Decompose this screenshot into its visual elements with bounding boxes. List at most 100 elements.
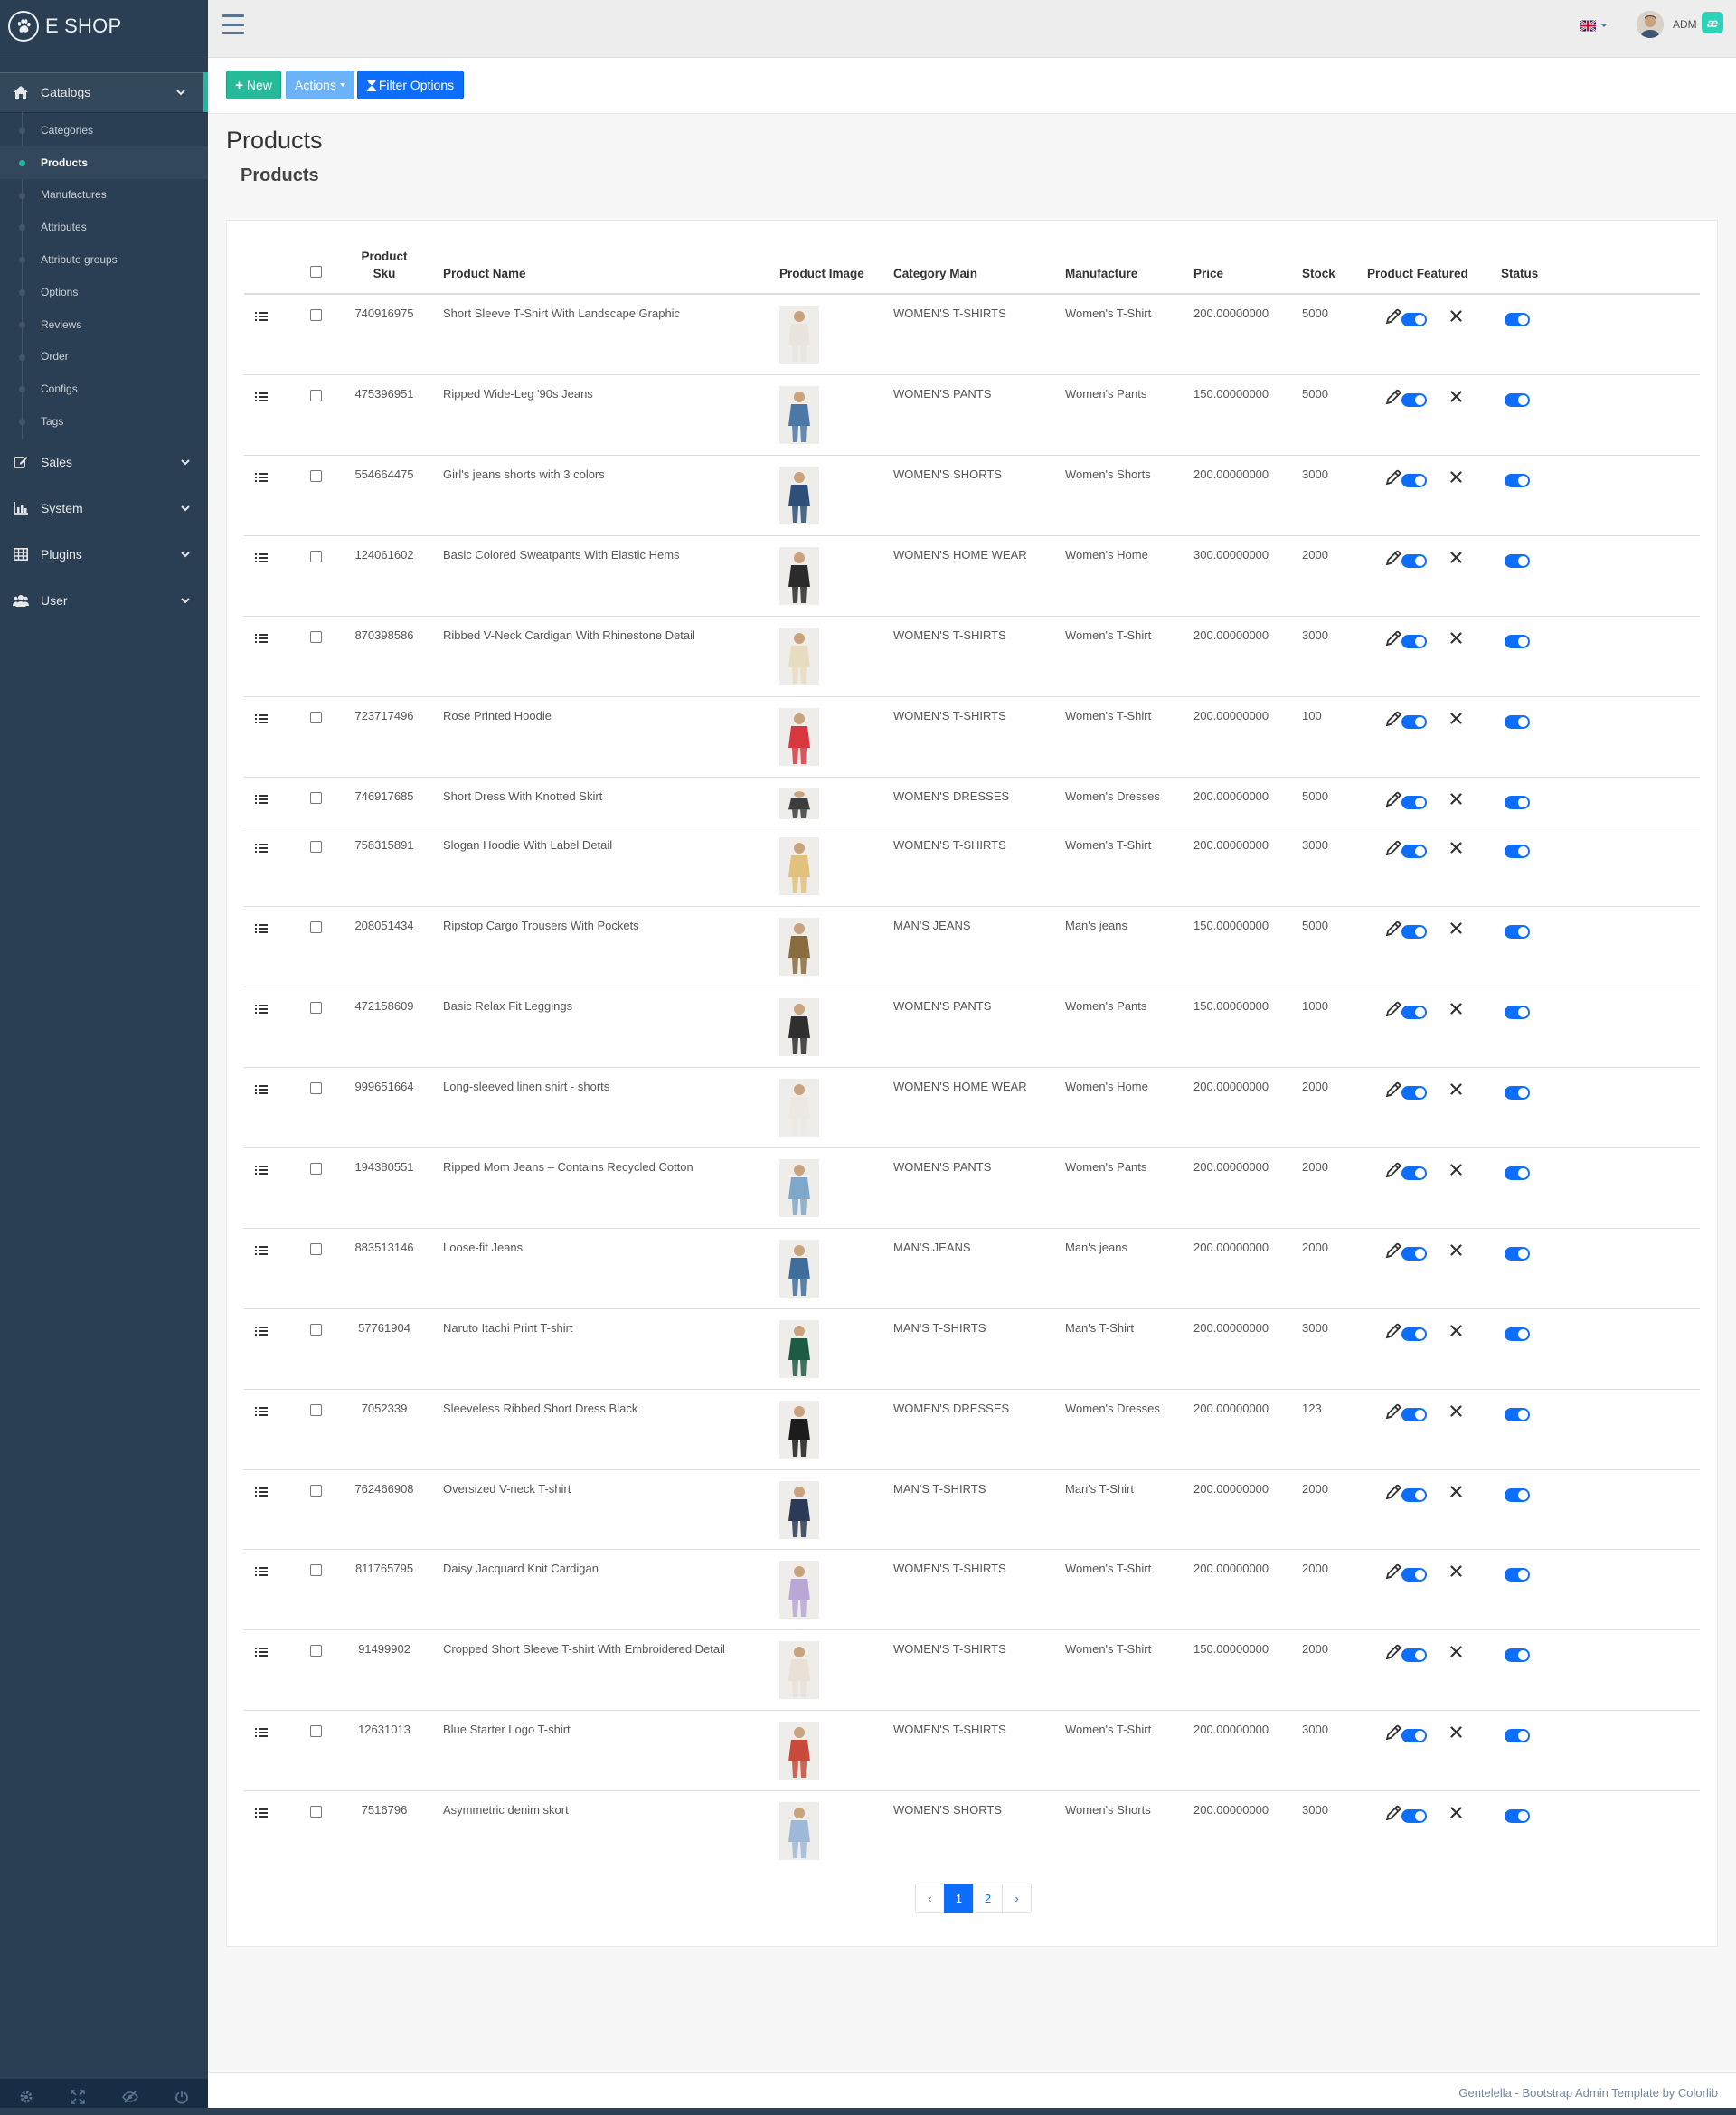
new-button[interactable]: + New bbox=[226, 71, 281, 99]
pencil-icon[interactable] bbox=[1384, 549, 1402, 567]
header-stock[interactable]: Stock bbox=[1302, 265, 1335, 282]
product-thumbnail[interactable] bbox=[779, 1481, 819, 1539]
row-checkbox[interactable] bbox=[310, 309, 322, 321]
row-checkbox[interactable] bbox=[310, 792, 322, 804]
product-thumbnail[interactable] bbox=[779, 628, 819, 685]
row-checkbox[interactable] bbox=[310, 470, 322, 482]
actions-dropdown-button[interactable]: Actions bbox=[286, 71, 354, 99]
close-icon[interactable] bbox=[1450, 1486, 1462, 1497]
row-checkbox[interactable] bbox=[310, 1404, 322, 1416]
featured-toggle[interactable] bbox=[1401, 1006, 1427, 1019]
drag-handle-icon[interactable] bbox=[255, 1326, 268, 1336]
row-checkbox[interactable] bbox=[310, 1485, 322, 1497]
product-thumbnail[interactable] bbox=[779, 1802, 819, 1860]
sidebar-item-sales[interactable]: Sales bbox=[0, 439, 208, 486]
drag-handle-icon[interactable] bbox=[255, 1245, 268, 1256]
featured-toggle[interactable] bbox=[1401, 554, 1427, 568]
product-thumbnail[interactable] bbox=[779, 1401, 819, 1459]
close-icon[interactable] bbox=[1450, 713, 1462, 724]
status-toggle[interactable] bbox=[1505, 1809, 1530, 1823]
status-toggle[interactable] bbox=[1505, 1648, 1530, 1662]
uk-flag-icon[interactable] bbox=[1580, 20, 1596, 32]
status-toggle[interactable] bbox=[1505, 925, 1530, 939]
close-icon[interactable] bbox=[1450, 1646, 1462, 1657]
status-toggle[interactable] bbox=[1505, 1247, 1530, 1261]
drag-handle-icon[interactable] bbox=[255, 552, 268, 563]
status-toggle[interactable] bbox=[1505, 1006, 1530, 1019]
featured-toggle[interactable] bbox=[1401, 925, 1427, 939]
drag-handle-icon[interactable] bbox=[255, 1808, 268, 1818]
pencil-icon[interactable] bbox=[1384, 1161, 1402, 1179]
drag-handle-icon[interactable] bbox=[255, 923, 268, 934]
row-checkbox[interactable] bbox=[310, 390, 322, 401]
pencil-icon[interactable] bbox=[1384, 307, 1402, 326]
product-thumbnail[interactable] bbox=[779, 1240, 819, 1298]
pagination-next[interactable]: › bbox=[1002, 1884, 1032, 1913]
featured-toggle[interactable] bbox=[1401, 1247, 1427, 1261]
header-price[interactable]: Price bbox=[1194, 265, 1223, 282]
featured-toggle[interactable] bbox=[1401, 1488, 1427, 1502]
menu-toggle-icon[interactable] bbox=[222, 14, 244, 34]
header-category-main[interactable]: Category Main bbox=[893, 265, 977, 282]
sidebar-item-attribute-groups[interactable]: Attribute groups bbox=[0, 243, 208, 276]
select-all-checkbox[interactable] bbox=[310, 266, 322, 278]
sidebar-item-order[interactable]: Order bbox=[0, 341, 208, 373]
drag-handle-icon[interactable] bbox=[255, 1487, 268, 1497]
drag-handle-icon[interactable] bbox=[255, 1406, 268, 1417]
pencil-icon[interactable] bbox=[1384, 1804, 1402, 1822]
close-icon[interactable] bbox=[1450, 793, 1462, 805]
close-icon[interactable] bbox=[1450, 1726, 1462, 1738]
featured-toggle[interactable] bbox=[1401, 1648, 1427, 1662]
drag-handle-icon[interactable] bbox=[255, 633, 268, 644]
pencil-icon[interactable] bbox=[1384, 468, 1402, 486]
close-icon[interactable] bbox=[1450, 632, 1462, 644]
close-icon[interactable] bbox=[1450, 1325, 1462, 1336]
product-thumbnail[interactable] bbox=[779, 918, 819, 976]
row-checkbox[interactable] bbox=[310, 712, 322, 723]
pencil-icon[interactable] bbox=[1384, 1081, 1402, 1099]
status-toggle[interactable] bbox=[1505, 313, 1530, 326]
product-thumbnail[interactable] bbox=[779, 788, 819, 819]
close-icon[interactable] bbox=[1450, 552, 1462, 563]
featured-toggle[interactable] bbox=[1401, 313, 1427, 326]
pencil-icon[interactable] bbox=[1384, 1483, 1402, 1501]
pencil-icon[interactable] bbox=[1384, 1723, 1402, 1742]
featured-toggle[interactable] bbox=[1401, 845, 1427, 858]
drag-handle-icon[interactable] bbox=[255, 794, 268, 805]
sidebar-item-configs[interactable]: Configs bbox=[0, 373, 208, 405]
pagination-page-1[interactable]: 1 bbox=[944, 1884, 974, 1913]
header-product-name[interactable]: Product Name bbox=[443, 265, 526, 282]
status-toggle[interactable] bbox=[1505, 393, 1530, 407]
sidebar-item-options[interactable]: Options bbox=[0, 276, 208, 308]
drag-handle-icon[interactable] bbox=[255, 843, 268, 854]
product-thumbnail[interactable] bbox=[779, 998, 819, 1056]
pencil-icon[interactable] bbox=[1384, 1322, 1402, 1340]
header-product-featured[interactable]: Product Featured bbox=[1367, 265, 1468, 282]
featured-toggle[interactable] bbox=[1401, 1327, 1427, 1341]
row-checkbox[interactable] bbox=[310, 1725, 322, 1737]
close-icon[interactable] bbox=[1450, 391, 1462, 402]
pencil-icon[interactable] bbox=[1384, 710, 1402, 728]
product-thumbnail[interactable] bbox=[779, 1641, 819, 1699]
row-checkbox[interactable] bbox=[310, 1645, 322, 1657]
pagination-prev[interactable]: ‹ bbox=[915, 1884, 945, 1913]
sidebar-item-products[interactable]: Products bbox=[0, 146, 208, 179]
close-icon[interactable] bbox=[1450, 1083, 1462, 1095]
drag-handle-icon[interactable] bbox=[255, 1647, 268, 1657]
status-toggle[interactable] bbox=[1505, 1086, 1530, 1100]
drag-handle-icon[interactable] bbox=[255, 1165, 268, 1176]
product-thumbnail[interactable] bbox=[779, 547, 819, 605]
row-checkbox[interactable] bbox=[310, 1324, 322, 1336]
pencil-icon[interactable] bbox=[1384, 1242, 1402, 1260]
sidebar-item-user[interactable]: User bbox=[0, 578, 208, 624]
status-toggle[interactable] bbox=[1505, 1488, 1530, 1502]
featured-toggle[interactable] bbox=[1401, 1729, 1427, 1742]
pencil-icon[interactable] bbox=[1384, 629, 1402, 647]
status-toggle[interactable] bbox=[1505, 796, 1530, 809]
row-checkbox[interactable] bbox=[310, 1243, 322, 1255]
close-icon[interactable] bbox=[1450, 842, 1462, 854]
featured-toggle[interactable] bbox=[1401, 796, 1427, 809]
status-toggle[interactable] bbox=[1505, 1327, 1530, 1341]
user-name[interactable]: ADM bbox=[1673, 18, 1697, 31]
featured-toggle[interactable] bbox=[1401, 393, 1427, 407]
